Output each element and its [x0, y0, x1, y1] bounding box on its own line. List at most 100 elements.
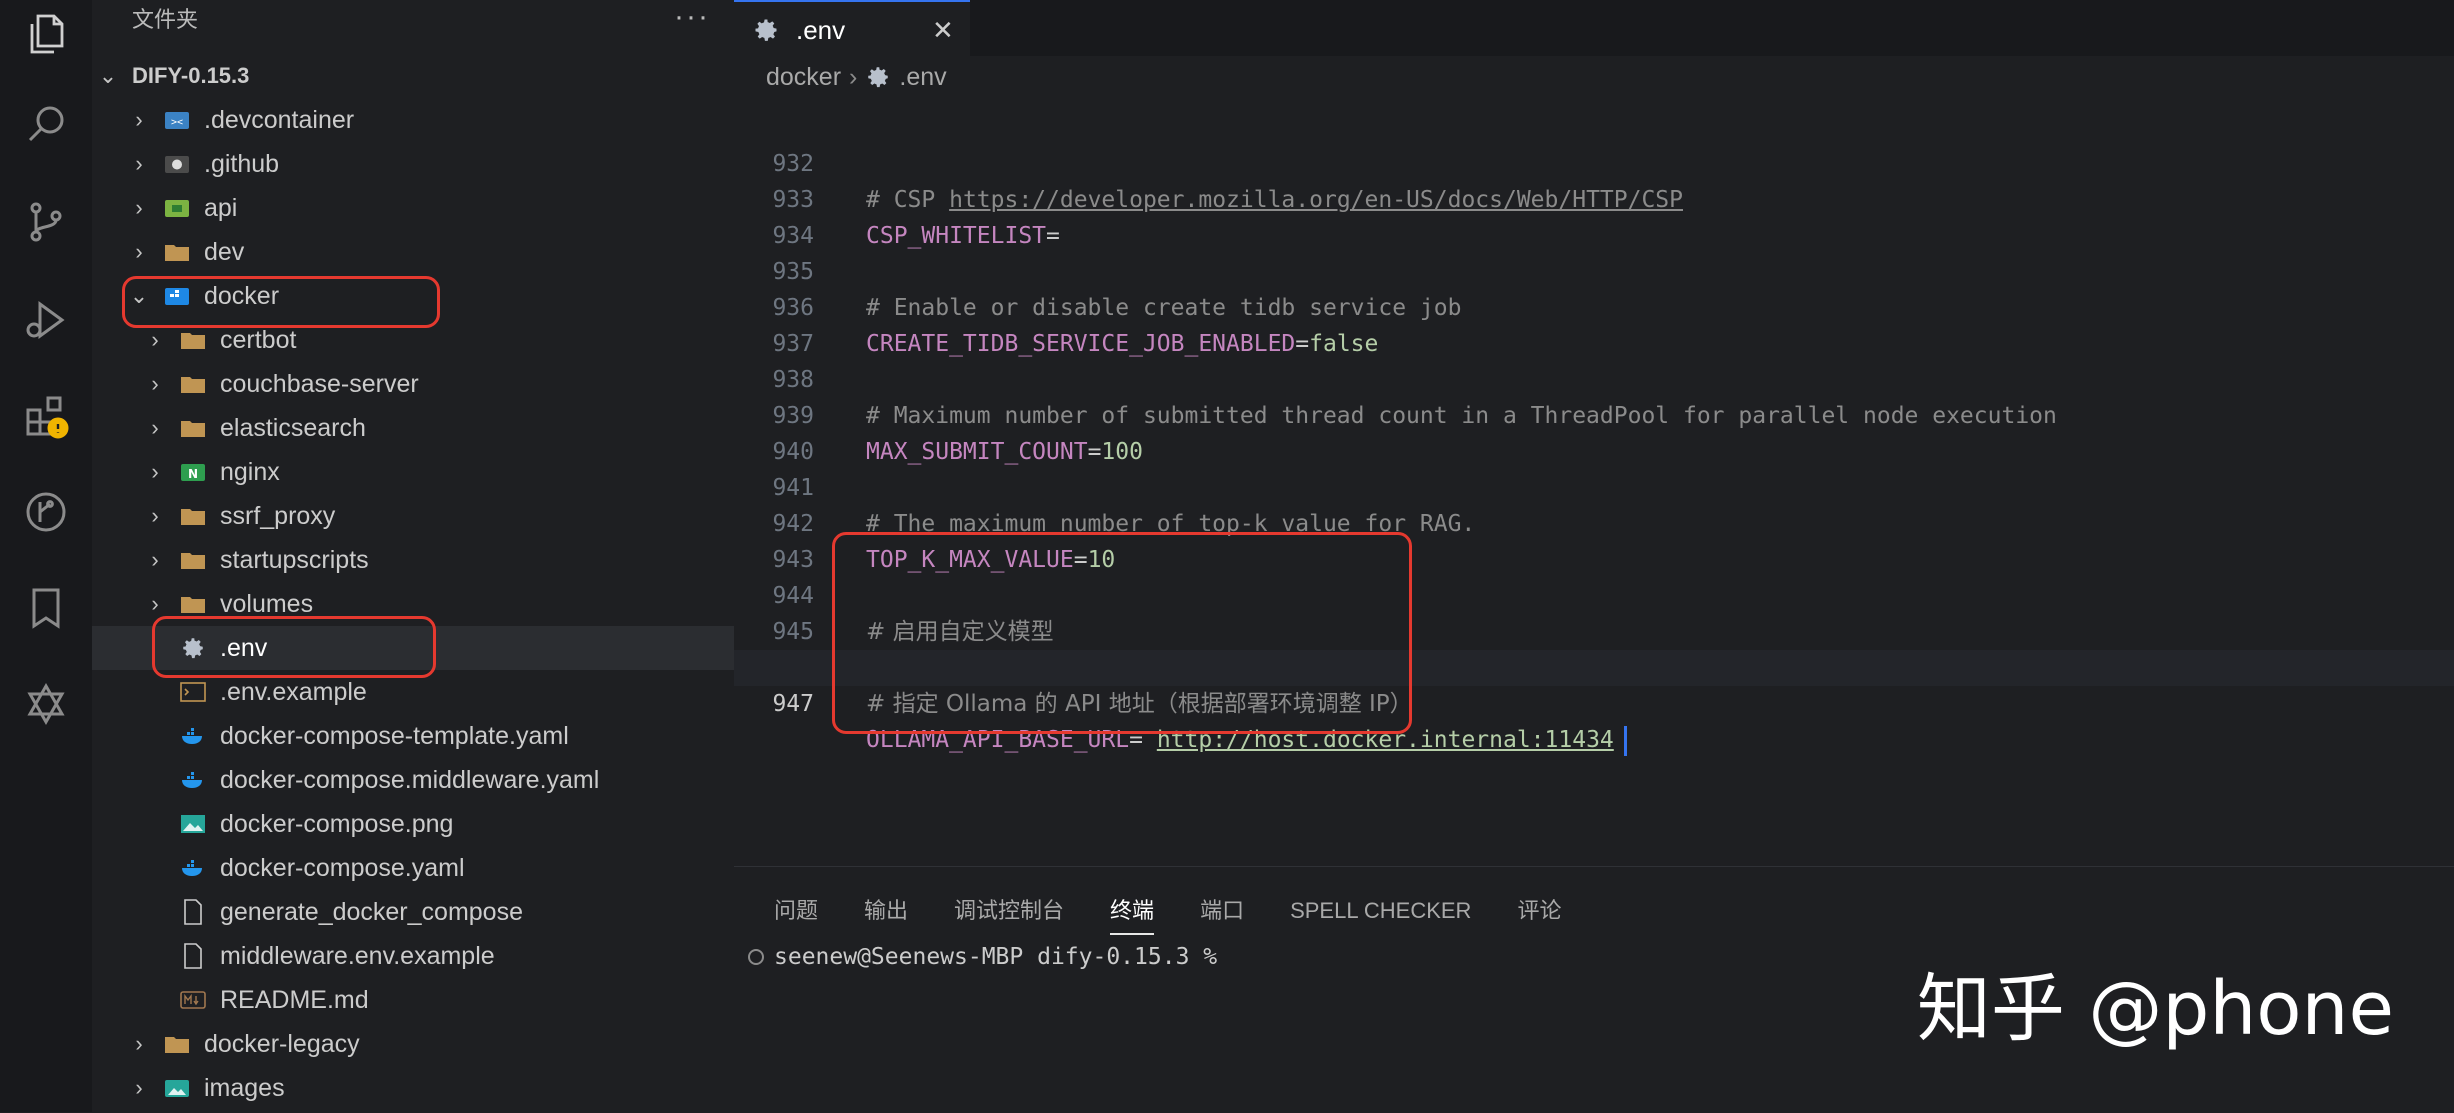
terminal[interactable]: seenew@Seenews-MBP dify-0.15.3 %	[748, 937, 1217, 977]
chevron-right-icon: ›	[151, 459, 159, 484]
code-line[interactable]: 945 CUSTOM_MODEL_ENABLED=true	[734, 578, 2454, 681]
chevron-right-icon: ›	[135, 1075, 143, 1100]
files-icon[interactable]	[14, 2, 78, 66]
panel-tab-terminal[interactable]: 终端	[1110, 891, 1155, 935]
tab-label: .env	[796, 14, 846, 45]
watermark: 知乎 @phone	[1916, 966, 2394, 1052]
code-line[interactable]: 946 # 指定 Ollama 的 API 地址（根据部署环境调整 IP）	[734, 614, 2454, 717]
breadcrumb-folder[interactable]: docker	[766, 63, 841, 92]
chevron-right-icon: ›	[135, 151, 143, 176]
tree-item-env[interactable]: .env	[92, 626, 734, 670]
chevron-right-icon: ›	[151, 415, 159, 440]
code-line[interactable]: 932 # CSP https://developer.mozilla.org/…	[734, 110, 2454, 213]
code-line[interactable]: 938 # Maximum number of submitted thread…	[734, 326, 2454, 429]
tree-item-couchbase-server[interactable]: › couchbase-server	[92, 362, 734, 406]
tab-env[interactable]: .env ✕	[734, 0, 970, 58]
code-line[interactable]: 935 # Enable or disable create tidb serv…	[734, 218, 2454, 321]
terminal-prompt: seenew@Seenews-MBP dify-0.15.3 %	[774, 944, 1218, 970]
tree-item-elasticsearch[interactable]: › elasticsearch	[92, 406, 734, 450]
source-control-icon[interactable]	[14, 190, 78, 254]
bottom-panel: 问题 输出 调试控制台 终端 端口 SPELL CHECKER 评论 seene…	[734, 866, 2454, 1113]
panel-tab-output[interactable]: 输出	[864, 891, 908, 931]
ollama-url-link[interactable]: http://host.docker.internal:11434	[1157, 727, 1614, 753]
comment-text: # 指定 Ollama 的 API 地址（根据部署环境调整 IP）	[866, 691, 1413, 717]
tree-item-label: middleware.env.example	[220, 942, 495, 970]
tree-item-dev[interactable]: › dev	[92, 230, 734, 274]
tree-item-label: dev	[204, 238, 245, 266]
tree-item-label: elasticsearch	[220, 414, 366, 442]
code-line[interactable]: 936 CREATE_TIDB_SERVICE_JOB_ENABLED=fals…	[734, 254, 2454, 357]
folder-icon	[162, 1022, 192, 1066]
code-line[interactable]: 933 CSP_WHITELIST=	[734, 146, 2454, 249]
panel-tab-spell-checker[interactable]: SPELL CHECKER	[1290, 891, 1471, 931]
git-graph-icon[interactable]	[14, 480, 78, 544]
svg-text:N: N	[188, 467, 198, 481]
breadcrumb-file[interactable]: .env	[899, 63, 946, 92]
docker-folder-icon	[162, 274, 192, 318]
tree-item-docker-compose-middleware[interactable]: docker-compose.middleware.yaml	[92, 758, 734, 802]
close-icon[interactable]: ✕	[932, 15, 954, 46]
chevron-down-icon: ⌄	[98, 63, 118, 88]
tree-item-ssrf-proxy[interactable]: › ssrf_proxy	[92, 494, 734, 538]
panel-tab-debug-console[interactable]: 调试控制台	[954, 891, 1064, 931]
folder-icon	[178, 362, 208, 406]
tree-item-label: nginx	[220, 458, 280, 486]
tree-item-generate-docker-compose[interactable]: generate_docker_compose	[92, 890, 734, 934]
gear-icon	[865, 64, 891, 90]
tree-item-github[interactable]: › .github	[92, 142, 734, 186]
tree-item-label: .env.example	[220, 678, 367, 706]
more-actions-icon[interactable]: ···	[674, 0, 710, 40]
tree-root[interactable]: ⌄ DIFY-0.15.3	[92, 54, 734, 98]
code-line[interactable]: 944 # 启用自定义模型	[734, 542, 2454, 645]
tree-item-certbot[interactable]: › certbot	[92, 318, 734, 362]
tree-item-middleware-env-example[interactable]: middleware.env.example	[92, 934, 734, 978]
panel-tab-ports[interactable]: 端口	[1200, 891, 1244, 931]
tree-item-images[interactable]: › images	[92, 1066, 734, 1110]
chevron-right-icon: ›	[135, 107, 143, 132]
code-line[interactable]: 939 MAX_SUBMIT_COUNT=100	[734, 362, 2454, 465]
tree-item-docker-compose-template[interactable]: docker-compose-template.yaml	[92, 714, 734, 758]
chevron-right-icon: ›	[151, 503, 159, 528]
tree-item-api[interactable]: › api	[92, 186, 734, 230]
api-folder-icon	[162, 186, 192, 230]
code-line[interactable]: 943	[734, 506, 2454, 573]
code-line-current[interactable]: 947 OLLAMA_API_BASE_URL= http://host.doc…	[734, 650, 2454, 756]
tree-item-nginx[interactable]: › N nginx	[92, 450, 734, 494]
code-line[interactable]: 942 TOP_K_MAX_VALUE=10	[734, 470, 2454, 573]
run-debug-icon[interactable]	[14, 288, 78, 352]
search-icon[interactable]	[14, 92, 78, 156]
tree-item-docker-compose-png[interactable]: docker-compose.png	[92, 802, 734, 846]
images-folder-icon	[162, 1066, 192, 1110]
code-line[interactable]: 940	[734, 398, 2454, 465]
tree-item-label: ssrf_proxy	[220, 502, 336, 530]
tree-item-label: docker-compose.png	[220, 810, 454, 838]
tree-item-label: certbot	[220, 326, 297, 354]
panel-tab-comments[interactable]: 评论	[1517, 891, 1561, 931]
tree-item-devcontainer[interactable]: › >< .devcontainer	[92, 98, 734, 142]
tree-item-readme[interactable]: README.md	[92, 978, 734, 1022]
tree-item-docker[interactable]: ⌄ docker	[92, 274, 734, 318]
code-line[interactable]: 941 # The maximum number of top-k value …	[734, 434, 2454, 537]
bookmark-icon[interactable]	[14, 576, 78, 640]
gitlens-icon[interactable]	[14, 672, 78, 736]
text-cursor	[1623, 725, 1627, 756]
tree-item-docker-legacy[interactable]: › docker-legacy	[92, 1022, 734, 1066]
chevron-right-icon: ›	[151, 371, 159, 396]
code-line[interactable]: 934	[734, 182, 2454, 249]
panel-tab-problems[interactable]: 问题	[774, 891, 818, 931]
tree-item-env-example[interactable]: .env.example	[92, 670, 734, 714]
docker-whale-icon	[178, 714, 208, 758]
tree-item-startupscripts[interactable]: › startupscripts	[92, 538, 734, 582]
tree-item-docker-compose-yaml[interactable]: docker-compose.yaml	[92, 846, 734, 890]
tree-item-label: startupscripts	[220, 546, 369, 574]
docker-whale-icon	[178, 758, 208, 802]
markdown-file-icon	[178, 978, 208, 1022]
tree-item-label: images	[204, 1074, 285, 1102]
tree-item-label: api	[204, 194, 238, 222]
tree-item-label: docker	[204, 282, 280, 310]
code-line[interactable]: 937	[734, 290, 2454, 357]
extensions-icon[interactable]	[14, 384, 78, 448]
env-operator: =	[1129, 727, 1157, 753]
tree-item-label: volumes	[220, 590, 314, 618]
tree-item-volumes[interactable]: › volumes	[92, 582, 734, 626]
